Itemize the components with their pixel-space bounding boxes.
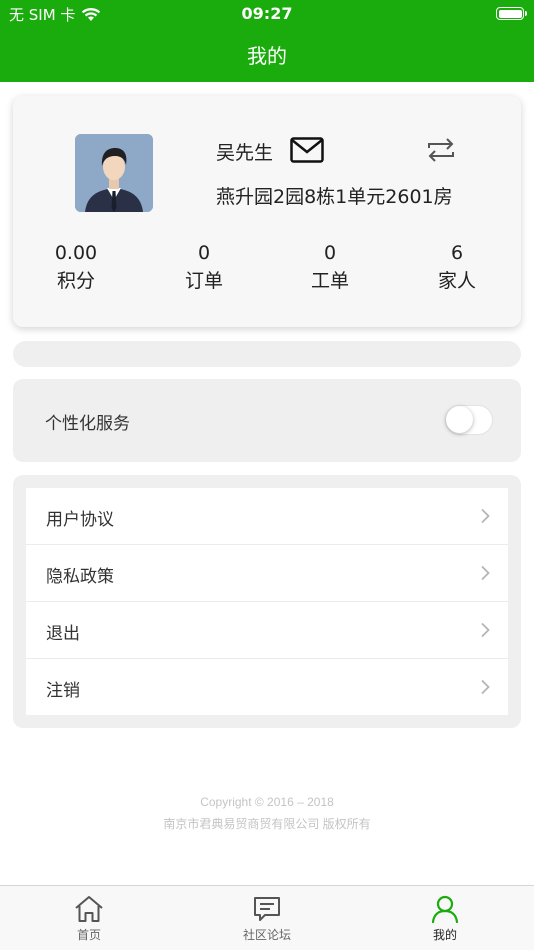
section-divider xyxy=(13,341,521,367)
chevron-right-icon xyxy=(481,622,490,638)
chevron-right-icon xyxy=(481,679,490,695)
menu-item-label: 隐私政策 xyxy=(46,567,114,587)
home-icon xyxy=(75,896,103,922)
status-time: 09:27 xyxy=(241,4,293,23)
personalized-service-card: 个性化服务 xyxy=(13,379,521,462)
menu-item-logout[interactable]: 退出 xyxy=(26,602,508,659)
toggle-knob xyxy=(446,406,473,433)
stat-label: 积分 xyxy=(56,270,95,292)
menu-item-delete-account[interactable]: 注销 xyxy=(26,659,508,716)
stat-family[interactable]: 6 家人 xyxy=(407,239,507,295)
status-bar: 无 SIM 卡 09:27 xyxy=(0,0,534,28)
avatar[interactable] xyxy=(75,134,153,212)
stat-label: 家人 xyxy=(437,270,476,292)
chevron-right-icon xyxy=(481,508,490,524)
user-address: 燕升园2园8栋1单元2601房 xyxy=(216,186,453,208)
mail-icon[interactable] xyxy=(290,137,324,163)
copyright-text: Copyright © 2016 – 2018 xyxy=(200,795,334,809)
company-text: 南京市君典易贸商贸有限公司 版权所有 xyxy=(163,817,371,831)
menu-item-user-agreement[interactable]: 用户协议 xyxy=(26,488,508,545)
menu-item-privacy-policy[interactable]: 隐私政策 xyxy=(26,545,508,602)
tab-label: 我的 xyxy=(432,928,457,942)
stat-label: 工单 xyxy=(310,270,349,292)
stat-orders[interactable]: 0 订单 xyxy=(154,239,254,295)
stat-value: 0 xyxy=(197,242,211,264)
stat-work-orders[interactable]: 0 工单 xyxy=(280,239,380,295)
menu-item-label: 退出 xyxy=(46,624,80,644)
settings-menu-list: 用户协议 隐私政策 退出 注销 xyxy=(26,488,508,715)
chevron-right-icon xyxy=(481,565,490,581)
tab-label: 社区论坛 xyxy=(242,928,291,942)
profile-card: 吴先生 燕升园2园8栋1单元2601房 0.00 积分 0 订单 0 工单 6 … xyxy=(13,96,521,327)
tab-label: 首页 xyxy=(76,928,101,942)
bottom-tab-bar: 首页 社区论坛 我的 xyxy=(0,885,534,950)
stat-value: 0 xyxy=(323,242,337,264)
person-icon xyxy=(431,895,459,924)
stat-points[interactable]: 0.00 积分 xyxy=(26,239,126,295)
stats-row: 0.00 积分 0 订单 0 工单 6 家人 xyxy=(13,239,521,299)
stat-value: 0.00 xyxy=(54,242,98,264)
page-title: 我的 xyxy=(247,44,287,68)
stat-label: 订单 xyxy=(184,270,223,292)
tab-home[interactable]: 首页 xyxy=(39,894,139,943)
tab-community-forum[interactable]: 社区论坛 xyxy=(217,894,317,943)
chat-icon xyxy=(254,897,280,921)
settings-menu-card: 用户协议 隐私政策 退出 注销 xyxy=(13,475,521,728)
tab-mine[interactable]: 我的 xyxy=(395,894,495,943)
battery-icon xyxy=(496,7,527,20)
menu-item-label: 用户协议 xyxy=(46,510,114,530)
user-name: 吴先生 xyxy=(216,142,274,164)
personalized-service-label: 个性化服务 xyxy=(45,414,130,434)
stat-value: 6 xyxy=(450,242,464,264)
switch-arrows-icon[interactable] xyxy=(426,136,456,164)
personalized-service-toggle[interactable] xyxy=(445,405,493,435)
app-header: 无 SIM 卡 09:27 我的 xyxy=(0,0,534,82)
menu-item-label: 注销 xyxy=(46,681,80,701)
avatar-image xyxy=(75,134,153,212)
